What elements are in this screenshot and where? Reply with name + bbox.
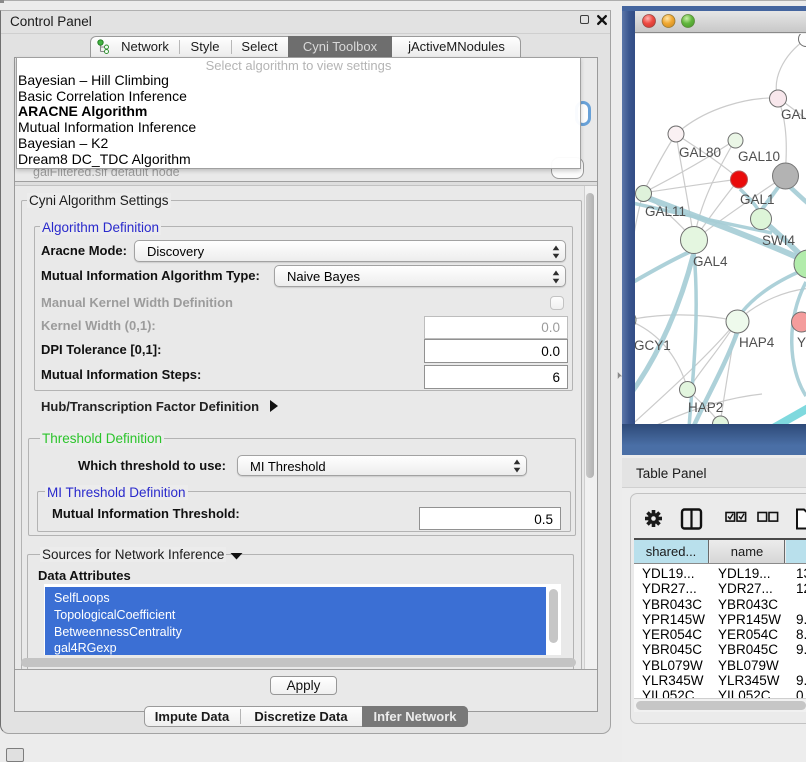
svg-text:GAL1: GAL1: [740, 192, 775, 207]
svg-text:SWI4: SWI4: [762, 233, 795, 248]
svg-text:GAL10: GAL10: [738, 149, 780, 164]
svg-text:YM: YM: [797, 335, 806, 350]
svg-text:HAP2: HAP2: [688, 400, 723, 415]
svg-text:GCY1: GCY1: [635, 338, 671, 353]
svg-text:GAL11: GAL11: [645, 204, 686, 219]
svg-text:GAL80: GAL80: [679, 145, 721, 160]
svg-text:GAL4: GAL4: [693, 254, 728, 269]
svg-text:GAL7: GAL7: [781, 107, 806, 122]
svg-text:HAP4: HAP4: [739, 335, 775, 350]
